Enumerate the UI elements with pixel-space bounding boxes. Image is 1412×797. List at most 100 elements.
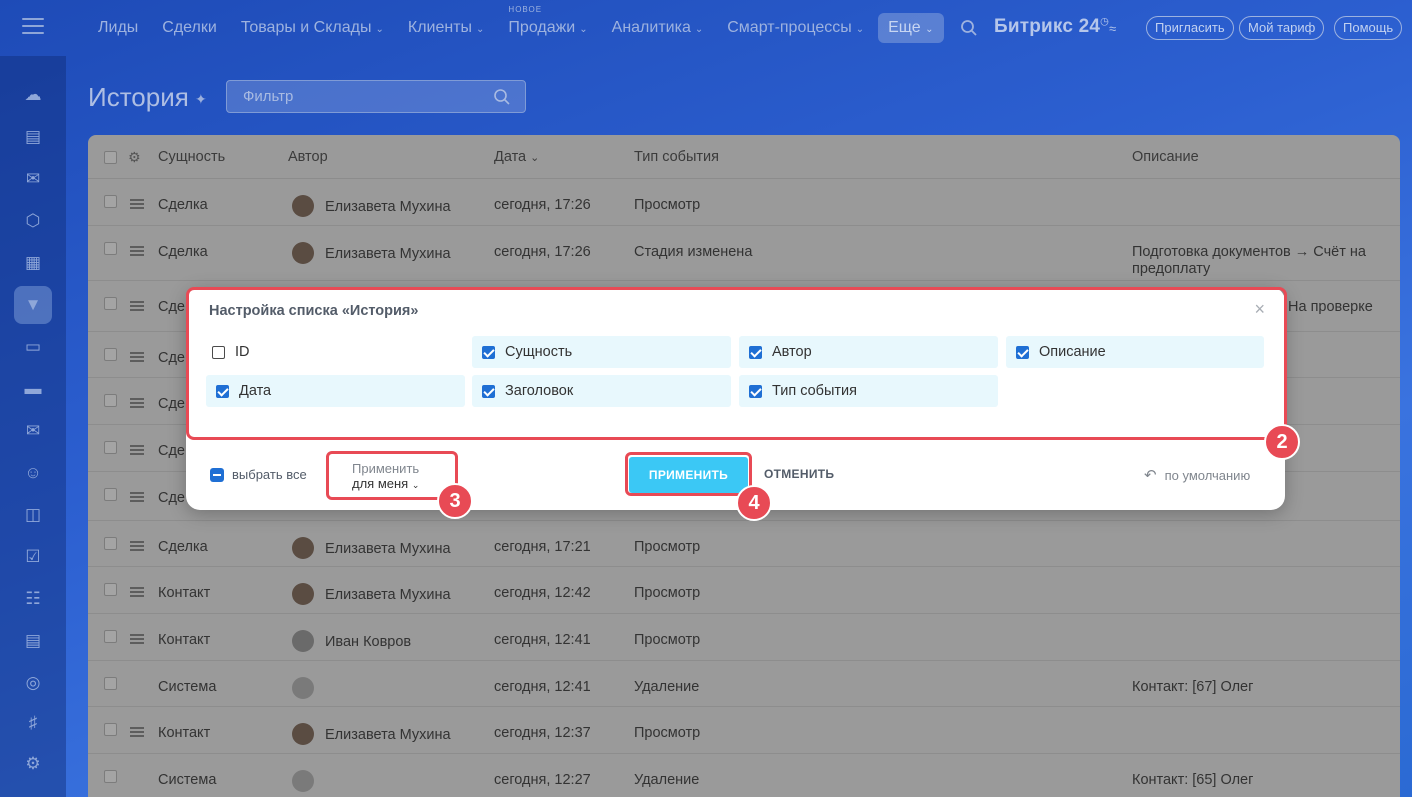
column-header-description[interactable]: Описание: [1132, 149, 1199, 165]
drag-handle-icon[interactable]: [130, 727, 144, 737]
store-icon[interactable]: ▤: [14, 622, 52, 660]
table-row[interactable]: Система сегодня, 12:27 Удаление Контакт: [6…: [88, 754, 1400, 797]
tariff-button[interactable]: Мой тариф: [1239, 16, 1325, 40]
cell-entity: Сде: [158, 350, 185, 366]
nav-item-analytics[interactable]: Аналитика ⌄: [612, 19, 704, 37]
row-checkbox[interactable]: [104, 723, 117, 736]
settings-icon[interactable]: ⚙: [14, 745, 52, 783]
top-bar: Лиды Сделки Товары и Склады ⌄ Клиенты ⌄ НО…: [0, 0, 1412, 56]
nav-item-smart-processes[interactable]: Смарт-процессы ⌄: [727, 19, 864, 37]
row-checkbox[interactable]: [104, 348, 117, 361]
table-row[interactable]: Контакт Иван Ковров сегодня, 12:41 Просмотр: [88, 614, 1400, 661]
row-checkbox[interactable]: [104, 441, 117, 454]
chevron-down-icon: ⌄: [375, 24, 384, 35]
avatar[interactable]: [292, 537, 314, 559]
help-button[interactable]: Помощь: [1334, 16, 1403, 40]
cancel-button[interactable]: ОТМЕНИТЬ: [764, 467, 834, 481]
nav-item-leads[interactable]: Лиды: [98, 19, 138, 37]
cell-date: сегодня, 17:21: [494, 539, 591, 555]
avatar[interactable]: [292, 242, 314, 264]
column-header-date[interactable]: Дата ⌄: [494, 149, 539, 165]
menu-icon[interactable]: [22, 18, 44, 38]
cell-event-type: Стадия изменена: [634, 244, 753, 260]
reset-default-link[interactable]: ↶ по умолчанию: [1144, 466, 1250, 484]
select-all-rows-checkbox[interactable]: [104, 151, 117, 164]
select-all-toggle[interactable]: выбрать все: [210, 467, 307, 482]
drag-handle-icon[interactable]: [130, 398, 144, 408]
avatar[interactable]: [292, 630, 314, 652]
tasks-icon[interactable]: ☑: [14, 538, 52, 576]
nav-item-sales[interactable]: НОВОЕ Продажи ⌄: [508, 5, 587, 37]
sliders-icon[interactable]: ≈: [1109, 21, 1116, 36]
table-row[interactable]: Контакт Елизавета Мухина сегодня, 12:37 Про…: [88, 707, 1400, 754]
avatar[interactable]: [292, 770, 314, 792]
cart-icon[interactable]: ♯: [14, 704, 52, 742]
row-checkbox[interactable]: [104, 677, 117, 690]
table-row[interactable]: Сделка Елизавета Мухина сегодня, 17:26 Прос…: [88, 179, 1400, 226]
drag-handle-icon[interactable]: [130, 246, 144, 256]
drag-handle-icon[interactable]: [130, 634, 144, 644]
drag-handle-icon[interactable]: [130, 492, 144, 502]
presentation-icon[interactable]: ◫: [14, 496, 52, 534]
pin-icon[interactable]: ✦: [195, 91, 207, 108]
drag-handle-icon[interactable]: [130, 352, 144, 362]
card-icon[interactable]: ▬: [14, 370, 52, 408]
sort-desc-icon: ⌄: [530, 152, 540, 164]
cloud-icon[interactable]: ☁: [14, 76, 52, 114]
brand-logo[interactable]: Битрикс 24◷: [994, 16, 1109, 38]
invite-button[interactable]: Пригласить: [1146, 16, 1234, 40]
table-row[interactable]: Система сегодня, 12:41 Удаление Контакт: [6…: [88, 661, 1400, 707]
indeterminate-checkbox[interactable]: [210, 467, 224, 482]
drag-handle-icon[interactable]: [130, 587, 144, 597]
drag-handle-icon[interactable]: [130, 445, 144, 455]
row-checkbox[interactable]: [104, 583, 117, 596]
drag-handle-icon[interactable]: [130, 301, 144, 311]
users-icon[interactable]: ☺: [14, 454, 52, 492]
crm-funnel-icon[interactable]: ▼: [14, 286, 52, 324]
avatar[interactable]: [292, 723, 314, 745]
row-checkbox[interactable]: [104, 770, 117, 783]
row-checkbox[interactable]: [104, 537, 117, 550]
feed-icon[interactable]: ▤: [14, 118, 52, 156]
filter-input[interactable]: [227, 81, 477, 112]
gear-icon[interactable]: ⚙: [128, 149, 141, 166]
cell-author[interactable]: Елизавета Мухина: [325, 541, 451, 557]
target-icon[interactable]: ◎: [14, 664, 52, 702]
column-header-entity[interactable]: Сущность: [158, 149, 225, 165]
avatar[interactable]: [292, 195, 314, 217]
cell-author[interactable]: Елизавета Мухина: [325, 246, 451, 262]
row-checkbox[interactable]: [104, 242, 117, 255]
nav-item-deals[interactable]: Сделки: [162, 19, 217, 37]
drag-handle-icon[interactable]: [130, 541, 144, 551]
row-checkbox[interactable]: [104, 195, 117, 208]
mail-icon[interactable]: ✉: [14, 412, 52, 450]
search-icon[interactable]: [960, 19, 978, 37]
column-header-author[interactable]: Автор: [288, 149, 328, 165]
filter-box[interactable]: [226, 80, 526, 113]
cell-author[interactable]: Елизавета Мухина: [325, 199, 451, 215]
cell-author[interactable]: Елизавета Мухина: [325, 587, 451, 603]
cell-author[interactable]: Елизавета Мухина: [325, 727, 451, 743]
table-row[interactable]: Контакт Елизавета Мухина сегодня, 12:42 Про…: [88, 567, 1400, 614]
row-checkbox[interactable]: [104, 394, 117, 407]
avatar[interactable]: [292, 677, 314, 699]
planner-icon[interactable]: ☷: [14, 580, 52, 618]
column-header-event-type[interactable]: Тип события: [634, 149, 719, 165]
drag-handle-icon[interactable]: [130, 199, 144, 209]
hexagon-icon[interactable]: ⬡: [14, 202, 52, 240]
calendar-icon[interactable]: ▦: [14, 244, 52, 282]
row-checkbox[interactable]: [104, 297, 117, 310]
cell-author[interactable]: Иван Ковров: [325, 634, 411, 650]
table-row[interactable]: Сделка Елизавета Мухина сегодня, 17:26 Стад…: [88, 226, 1400, 281]
row-checkbox[interactable]: [104, 488, 117, 501]
document-icon[interactable]: ▭: [14, 328, 52, 366]
nav-item-products[interactable]: Товары и Склады ⌄: [241, 19, 384, 37]
chat-icon[interactable]: ✉: [14, 160, 52, 198]
nav-more-button[interactable]: Еще ⌄: [878, 13, 944, 43]
table-row[interactable]: Сделка Елизавета Мухина сегодня, 17:21 Прос…: [88, 521, 1400, 567]
reset-default-label: по умолчанию: [1164, 467, 1251, 483]
search-icon[interactable]: [493, 88, 511, 106]
nav-item-clients[interactable]: Клиенты ⌄: [408, 19, 485, 37]
row-checkbox[interactable]: [104, 630, 117, 643]
avatar[interactable]: [292, 583, 314, 605]
